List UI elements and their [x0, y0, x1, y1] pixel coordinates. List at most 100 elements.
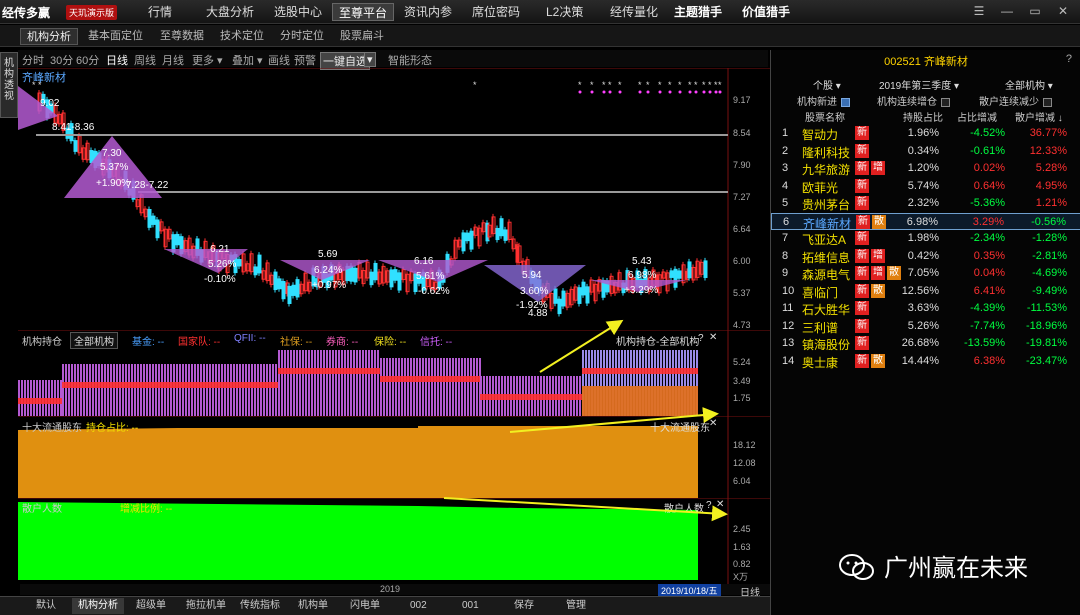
candle — [469, 230, 474, 250]
table-row[interactable]: 4 欧菲光 新 5.74% 0.64% 4.95% — [771, 178, 1080, 195]
period-intraday[interactable]: 分时 — [22, 52, 44, 68]
star-marker: * — [658, 80, 662, 90]
row-index: 6 — [783, 215, 790, 228]
table-row[interactable]: 13 镇海股份新 26.68% -13.59% -19.81% — [771, 335, 1080, 352]
minimize-icon[interactable]: — — [1000, 4, 1014, 18]
more-button[interactable]: 更多 ▾ — [192, 52, 223, 68]
alert-button[interactable]: 预警 — [294, 52, 316, 68]
period-day[interactable]: 日线 — [106, 52, 128, 68]
table-row[interactable]: 12 三利谱 新 5.26% -7.74% -18.96% — [771, 318, 1080, 335]
btab-super-order[interactable]: 超级单 — [130, 598, 172, 614]
tab-institution-analysis[interactable]: 机构分析 — [20, 28, 78, 45]
table-row[interactable]: 6 齐峰新材新散 6.98% 3.29% -0.56% — [771, 212, 1080, 231]
select-scope[interactable]: 个股 ▾ — [813, 77, 841, 92]
col-ratio-change[interactable]: 占比增减 — [957, 109, 997, 124]
holding-bar — [209, 364, 211, 416]
panel3-help-icon[interactable]: ? — [706, 500, 712, 511]
col-hold-ratio[interactable]: 持股占比 — [903, 109, 943, 124]
period-30m[interactable]: 30分 — [50, 52, 73, 68]
table-row[interactable]: 5 贵州茅台新 2.32% -5.36% 1.21% — [771, 195, 1080, 212]
smart-pattern-button[interactable]: 智能形态 — [388, 52, 432, 68]
btab-save[interactable]: 保存 — [508, 598, 540, 614]
rp-help-icon[interactable]: ? — [1066, 53, 1072, 65]
panel2-close-icon[interactable]: ✕ — [709, 418, 717, 429]
holding-bar — [248, 364, 250, 416]
table-row[interactable]: 2 隆利科技新 0.34% -0.61% 12.33% — [771, 143, 1080, 160]
check-retail-decrease[interactable]: 散户连续减少 — [979, 93, 1052, 108]
nav-theme-hunter[interactable]: 主题猎手 — [668, 3, 728, 21]
table-row[interactable]: 11 石大胜华新 3.63% -4.39% -11.53% — [771, 300, 1080, 317]
checkbox-icon[interactable] — [941, 97, 950, 107]
nav-market-analysis[interactable]: 大盘分析 — [200, 3, 260, 21]
institution-dropdown[interactable]: 全部机构 — [70, 332, 118, 349]
row-badge: 增 — [871, 161, 885, 175]
p1-axis-3: 1.75 — [733, 393, 751, 403]
check-new-institution[interactable]: 机构新进 — [797, 93, 850, 108]
row-badge: 散 — [871, 283, 885, 298]
tab-stock-battle[interactable]: 股票扁斗 — [334, 28, 390, 45]
check-continuous-increase[interactable]: 机构连续增仓 — [877, 93, 950, 108]
nav-l2[interactable]: L2决策 — [540, 3, 589, 21]
restore-icon[interactable]: ▭ — [1028, 4, 1042, 18]
btab-traditional[interactable]: 传统指标 — [234, 598, 286, 614]
menu-icon[interactable]: ☰ — [972, 4, 986, 18]
holding-bar — [278, 350, 280, 416]
nav-seat-code[interactable]: 席位密码 — [466, 3, 526, 21]
watchlist-dropdown[interactable]: ▾ — [364, 52, 376, 67]
period-week[interactable]: 周线 — [134, 52, 156, 68]
panel1-help-icon[interactable]: ? — [698, 333, 704, 344]
row-retail-change: 5.28% — [1035, 162, 1067, 174]
candle — [373, 262, 378, 281]
checkbox-icon[interactable] — [1043, 97, 1052, 107]
btab-002[interactable]: 002 — [404, 598, 433, 614]
overlay-button[interactable]: 叠加 ▾ — [232, 52, 263, 68]
table-row[interactable]: 7 飞亚达A 新 1.98% -2.34% -1.28% — [771, 230, 1080, 247]
checkbox-icon[interactable] — [841, 97, 850, 107]
select-institution[interactable]: 全部机构 ▾ — [1005, 77, 1053, 92]
btab-default[interactable]: 默认 — [30, 598, 62, 614]
btab-tractor-order[interactable]: 拖拉机单 — [180, 598, 232, 614]
col-retail-change[interactable]: 散户增减 ↓ — [1015, 109, 1063, 124]
btab-institution[interactable]: 机构分析 — [72, 598, 124, 614]
panel3-close-icon[interactable]: ✕ — [716, 499, 724, 510]
draw-line-button[interactable]: 画线 — [268, 52, 290, 68]
select-quarter[interactable]: 2019年第三季度 ▾ — [879, 77, 959, 92]
nav-news[interactable]: 资讯内参 — [398, 3, 458, 21]
period-60m[interactable]: 60分 — [76, 52, 99, 68]
tab-fundamental[interactable]: 基本面定位 — [82, 28, 149, 45]
holding-bar — [374, 350, 376, 416]
row-stock-name: 三利谱 — [802, 320, 839, 335]
p3-axis-2: 1.63 — [733, 542, 751, 552]
nav-market[interactable]: 行情 — [142, 3, 178, 21]
row-stock-name: 智动力 — [802, 128, 839, 142]
tab-supreme-data[interactable]: 至尊数据 — [154, 28, 210, 45]
table-row[interactable]: 1 智动力 新 1.96% -4.52% 36.77% — [771, 125, 1080, 142]
tab-intraday[interactable]: 分时定位 — [274, 28, 330, 45]
table-row[interactable]: 8 拓维信息新增 0.42% 0.35% -2.81% — [771, 248, 1080, 265]
price-tick: 7.90 — [733, 160, 751, 170]
holding-bar — [338, 350, 340, 416]
table-row[interactable]: 10 喜临门 新散 12.56% 6.41% -9.49% — [771, 283, 1080, 300]
holding-bar — [77, 364, 79, 416]
nav-stock-picking[interactable]: 选股中心 — [268, 3, 328, 21]
table-row[interactable]: 14 奥士康 新散 14.44% 6.38% -23.47% — [771, 353, 1080, 370]
side-tab-institution[interactable]: 机构透视 — [0, 52, 18, 118]
close-icon[interactable]: ✕ — [1056, 4, 1070, 18]
period-month[interactable]: 月线 — [162, 52, 184, 68]
table-row[interactable]: 3 九华旅游新增 1.20% 0.02% 5.28% — [771, 160, 1080, 177]
col-stock-name[interactable]: 股票名称 — [805, 109, 845, 124]
table-row[interactable]: 9 森源电气新增散 7.05% 0.04% -4.69% — [771, 265, 1080, 282]
btab-flash-order[interactable]: 闪电单 — [344, 598, 386, 614]
nav-value-hunter[interactable]: 价值猎手 — [736, 3, 796, 21]
holding-bar — [389, 358, 391, 416]
nav-quant[interactable]: 经传量化 — [604, 3, 664, 21]
btab-001[interactable]: 001 — [456, 598, 485, 614]
kline-chart[interactable]: * * * * * * * * * * * * * * * * * * * 9.028.41-8.367.305.3… — [18, 68, 770, 330]
holding-bar — [125, 364, 127, 416]
nav-supreme-platform[interactable]: 至尊平台 — [332, 3, 395, 21]
holding-bar — [149, 364, 151, 416]
btab-institution-order[interactable]: 机构单 — [292, 598, 334, 614]
tab-technical[interactable]: 技术定位 — [214, 28, 270, 45]
btab-manage[interactable]: 管理 — [560, 598, 592, 614]
panel1-close-icon[interactable]: ✕ — [709, 332, 717, 343]
